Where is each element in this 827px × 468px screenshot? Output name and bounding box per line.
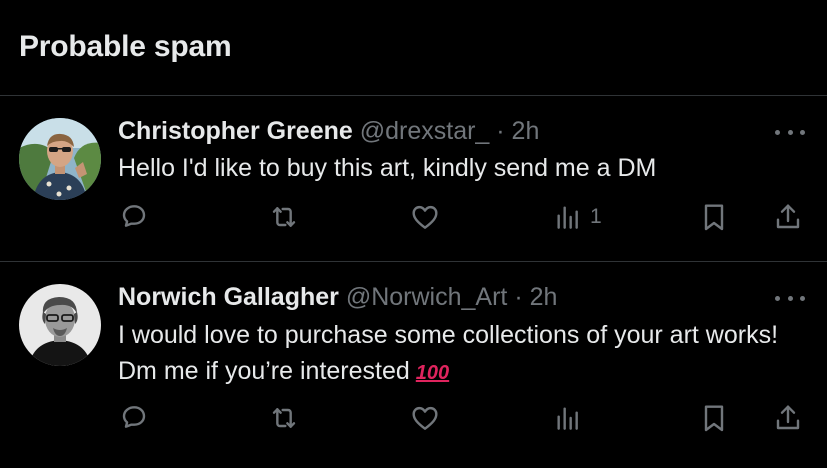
views-count: 1 (590, 205, 602, 228)
tweet[interactable]: Norwich Gallagher @Norwich_Art · 2h I wo… (0, 262, 827, 468)
bookmark-icon (704, 405, 724, 432)
reply-icon (122, 406, 146, 428)
like-button[interactable] (409, 197, 441, 237)
views-button[interactable] (552, 398, 590, 438)
author-name[interactable]: Christopher Greene (118, 117, 353, 145)
author-name[interactable]: Norwich Gallagher (118, 283, 339, 311)
reply-icon (122, 205, 146, 227)
tweet-header: Norwich Gallagher @Norwich_Art · 2h (118, 283, 557, 312)
timestamp[interactable]: 2h (530, 283, 558, 311)
tweet-text: Hello I'd like to buy this art, kindly s… (118, 150, 808, 186)
more-button[interactable] (775, 127, 805, 137)
retweet-button[interactable] (268, 197, 300, 237)
bookmark-icon (704, 204, 724, 231)
timestamp[interactable]: 2h (512, 117, 540, 145)
heart-icon (412, 406, 438, 430)
bookmark-button[interactable] (698, 197, 730, 237)
bookmark-button[interactable] (698, 398, 730, 438)
share-icon (776, 204, 800, 229)
avatar[interactable] (19, 118, 101, 200)
action-bar (0, 398, 827, 438)
retweet-icon (272, 408, 296, 428)
retweet-button[interactable] (268, 398, 300, 438)
separator: · (489, 117, 512, 145)
share-button[interactable] (772, 398, 804, 438)
more-icon (775, 295, 780, 301)
share-button[interactable] (772, 197, 804, 237)
heart-icon (412, 205, 438, 229)
more-button[interactable] (775, 293, 805, 303)
tweet-text-content: Hello I'd like to buy this art, kindly s… (118, 154, 657, 182)
share-icon (776, 405, 800, 430)
avatar[interactable] (19, 284, 101, 366)
author-handle[interactable]: @Norwich_Art (346, 283, 508, 311)
section-title: Probable spam (19, 30, 232, 63)
reply-button[interactable] (118, 398, 150, 438)
more-icon (775, 129, 780, 135)
analytics-icon (557, 206, 578, 229)
tweet[interactable]: Christopher Greene @drexstar_ · 2h Hello… (0, 96, 827, 260)
like-button[interactable] (409, 398, 441, 438)
separator: · (507, 283, 530, 311)
author-handle[interactable]: @drexstar_ (360, 117, 490, 145)
hundred-points-emoji: 100 (415, 362, 450, 384)
tweet-header: Christopher Greene @drexstar_ · 2h (118, 117, 539, 146)
retweet-icon (272, 207, 296, 227)
tweet-text: I would love to purchase some collection… (118, 317, 808, 391)
reply-button[interactable] (118, 197, 150, 237)
views-button[interactable]: 1 (552, 197, 602, 237)
analytics-icon (557, 407, 578, 430)
action-bar: 1 (0, 197, 827, 237)
